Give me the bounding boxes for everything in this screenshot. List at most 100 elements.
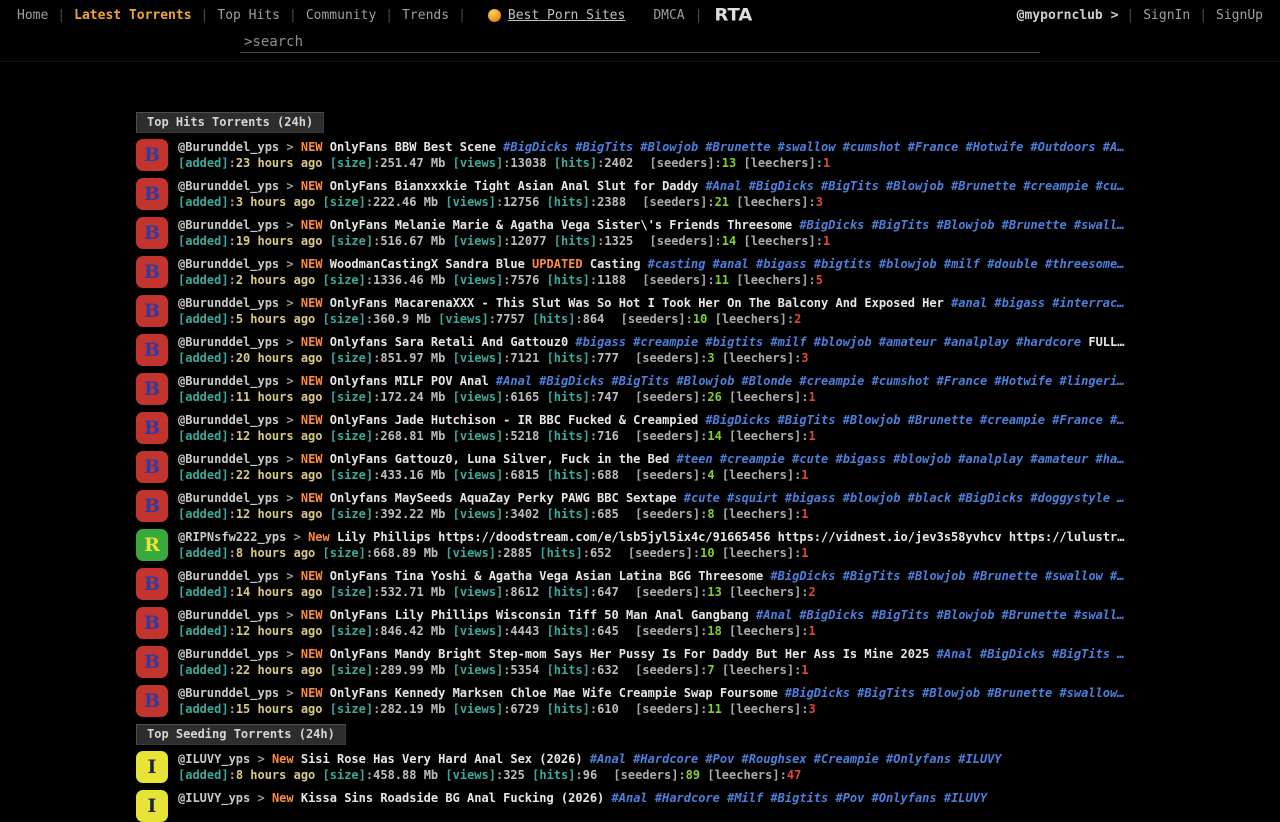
hashtag-links[interactable]: #Anal #BigDicks #BigTits … — [937, 647, 1125, 661]
torrent-title[interactable]: OnlyFans Bianxxxkie Tight Asian Anal Slu… — [330, 179, 706, 193]
torrent-title[interactable]: WoodmanCastingX Sandra Blue — [330, 257, 532, 271]
rta-logo[interactable]: RTA — [714, 5, 752, 25]
torrent-title[interactable]: OnlyFans MacarenaXXX - This Slut Was So … — [330, 296, 951, 310]
user-avatar-icon[interactable]: B — [136, 139, 168, 171]
signin-link[interactable]: SignIn — [1134, 8, 1199, 23]
uploader-link[interactable]: @Burunddel_yps — [178, 296, 279, 310]
uploader-link[interactable]: @Burunddel_yps — [178, 608, 279, 622]
stat-added-value: 8 hours ago — [236, 768, 315, 782]
torrent-title[interactable]: OnlyFans Melanie Marie & Agatha Vega Sis… — [330, 218, 800, 232]
hashtag-links[interactable]: #BigDicks #BigTits #Blowjob #Brunette #c… — [705, 413, 1124, 427]
stat-added-value: 15 hours ago — [236, 702, 323, 716]
uploader-link[interactable]: @Burunddel_yps — [178, 413, 279, 427]
torrent-title[interactable]: Casting — [590, 257, 648, 271]
hashtag-links[interactable]: #bigass #creampie #bigtits #milf #blowjo… — [575, 335, 1088, 349]
hashtag-links[interactable]: #BigDicks #BigTits #Blowjob #Brunette #s… — [503, 140, 1124, 154]
uploader-link[interactable]: @Burunddel_yps — [178, 335, 279, 349]
hashtag-links[interactable]: #Anal #Hardcore #Milf #Bigtits #Pov #Onl… — [612, 791, 988, 805]
hashtag-links[interactable]: #cute #squirt #bigass #blowjob #black #B… — [684, 491, 1125, 505]
nav-item-latest-torrents[interactable]: Latest Torrents — [65, 8, 200, 23]
torrent-title[interactable]: OnlyFans Lily Phillips Wisconsin Tiff 50… — [330, 608, 756, 622]
torrent-title[interactable]: Kissa Sins Roadside BG Anal Fucking (202… — [301, 791, 612, 805]
uploader-link[interactable]: @Burunddel_yps — [178, 686, 279, 700]
torrent-title[interactable]: Onlyfans MaySeeds AquaZay Perky PAWG BBC… — [330, 491, 684, 505]
uploader-link[interactable]: @Burunddel_yps — [178, 569, 279, 583]
user-avatar-icon[interactable]: B — [136, 256, 168, 288]
nav-item-home[interactable]: Home — [8, 8, 57, 23]
torrent-title[interactable]: Onlyfans Sara Retali And Gattouz0 — [330, 335, 576, 349]
nav-item-community[interactable]: Community — [297, 8, 385, 23]
torrent-title[interactable]: FULL… — [1088, 335, 1124, 349]
nav-item-top-hits[interactable]: Top Hits — [208, 8, 289, 23]
hashtag-links[interactable]: #Anal #BigDicks #BigTits #Blowjob #Brune… — [705, 179, 1124, 193]
uploader-link[interactable]: @Burunddel_yps — [178, 491, 279, 505]
user-avatar-icon[interactable]: B — [136, 607, 168, 639]
torrent-title[interactable]: Lily Phillips https://doodstream.com/e/l… — [337, 530, 1124, 544]
hashtag-links[interactable]: #teen #creampie #cute #bigass #blowjob #… — [677, 452, 1125, 466]
torrent-title[interactable]: Sisi Rose Has Very Hard Anal Sex (2026) — [301, 752, 590, 766]
user-avatar-icon[interactable]: B — [136, 568, 168, 600]
uploader-link[interactable]: @Burunddel_yps — [178, 218, 279, 232]
hashtag-links[interactable]: #Anal #BigDicks #BigTits #Blowjob #Brune… — [756, 608, 1124, 622]
uploader-link[interactable]: @Burunddel_yps — [178, 647, 279, 661]
user-avatar-icon[interactable]: I — [136, 790, 168, 822]
best-porn-sites-link[interactable]: Best Porn Sites — [488, 8, 625, 23]
hashtag-links[interactable]: #Anal #Hardcore #Pov #Roughsex #Creampie… — [590, 752, 1002, 766]
stat-colon: : — [229, 390, 236, 404]
nav-item-trends[interactable]: Trends — [393, 8, 458, 23]
uploader-link[interactable]: @Burunddel_yps — [178, 179, 279, 193]
user-avatar-icon[interactable]: B — [136, 217, 168, 249]
uploader-link[interactable]: @Burunddel_yps — [178, 374, 279, 388]
user-avatar-icon[interactable]: B — [136, 373, 168, 405]
user-avatar-icon[interactable]: B — [136, 412, 168, 444]
uploader-link[interactable]: @Burunddel_yps — [178, 452, 279, 466]
hashtag-links[interactable]: #casting #anal #bigass #bigtits #blowjob… — [648, 257, 1125, 271]
search-input[interactable] — [240, 32, 1040, 53]
hashtag-links[interactable]: #BigDicks #BigTits #Blowjob #Brunette #s… — [785, 686, 1125, 700]
user-avatar-icon[interactable]: B — [136, 490, 168, 522]
dmca-link[interactable]: DMCA — [653, 8, 684, 23]
hashtag-links[interactable]: #BigDicks #BigTits #Blowjob #Brunette #s… — [770, 569, 1124, 583]
uploader-link[interactable]: @Burunddel_yps — [178, 140, 279, 154]
user-avatar-icon[interactable]: B — [136, 646, 168, 678]
torrent-title[interactable]: OnlyFans Jade Hutchison - IR BBC Fucked … — [330, 413, 706, 427]
torrent-title[interactable]: Onlyfans MILF POV Anal — [330, 374, 496, 388]
torrent-title[interactable]: OnlyFans Kennedy Marksen Chloe Mae Wife … — [330, 686, 785, 700]
torrent-title[interactable]: OnlyFans Tina Yoshi & Agatha Vega Asian … — [330, 569, 771, 583]
user-avatar-icon[interactable]: I — [136, 751, 168, 783]
user-avatar-icon[interactable]: B — [136, 295, 168, 327]
user-avatar-icon[interactable]: B — [136, 685, 168, 717]
torrent-title[interactable]: OnlyFans Mandy Bright Step-mom Says Her … — [330, 647, 937, 661]
stat-seeders-value: 21 — [715, 195, 729, 209]
torrent-title-line: @Burunddel_yps > NEW OnlyFans Gattouz0, … — [178, 451, 1156, 467]
hashtag-links[interactable]: #BigDicks #BigTits #Blowjob #Brunette #s… — [799, 218, 1124, 232]
uploader-link[interactable]: @Burunddel_yps — [178, 257, 279, 271]
hashtag-links[interactable]: #Anal #BigDicks #BigTits #Blowjob #Blond… — [496, 374, 1125, 388]
stat-added-value: 11 hours ago — [236, 390, 323, 404]
stat-hits-value: 647 — [597, 585, 619, 599]
signup-link[interactable]: SignUp — [1207, 8, 1272, 23]
stat-seeders-label: [seeders] — [628, 546, 693, 560]
user-avatar-icon[interactable]: B — [136, 178, 168, 210]
stat-size-value: 458.88 Mb — [373, 768, 438, 782]
user-avatar-icon[interactable]: B — [136, 334, 168, 366]
stat-size-value: 251.47 Mb — [380, 156, 445, 170]
torrent-title[interactable]: OnlyFans Gattouz0, Luna Silver, Fuck in … — [330, 452, 677, 466]
uploader-link[interactable]: @RIPNsfw222_yps — [178, 530, 286, 544]
stat-seeders-label: [seeders] — [621, 312, 686, 326]
chevron-separator: > — [279, 647, 301, 661]
torrent-title-line: @Burunddel_yps > NEW OnlyFans Kennedy Ma… — [178, 685, 1156, 701]
nav-separator: | — [695, 8, 703, 23]
user-avatar-icon[interactable]: B — [136, 451, 168, 483]
hashtag-links[interactable]: #anal #bigass #interrac… — [951, 296, 1124, 310]
torrent-title[interactable]: OnlyFans BBW Best Scene — [330, 140, 503, 154]
stat-size-label: [size] — [330, 468, 373, 482]
user-avatar-icon[interactable]: R — [136, 529, 168, 561]
account-link[interactable]: @mypornclub > — [1009, 8, 1127, 23]
torrent-section: Top Hits Torrents (24h)B@Burunddel_yps >… — [136, 112, 1156, 717]
uploader-link[interactable]: @ILUVY_yps — [178, 752, 250, 766]
uploader-link[interactable]: @ILUVY_yps — [178, 791, 250, 805]
stat-hits-label: [hits] — [547, 273, 590, 287]
stat-added-value: 22 hours ago — [236, 663, 323, 677]
new-badge: NEW — [301, 179, 330, 193]
